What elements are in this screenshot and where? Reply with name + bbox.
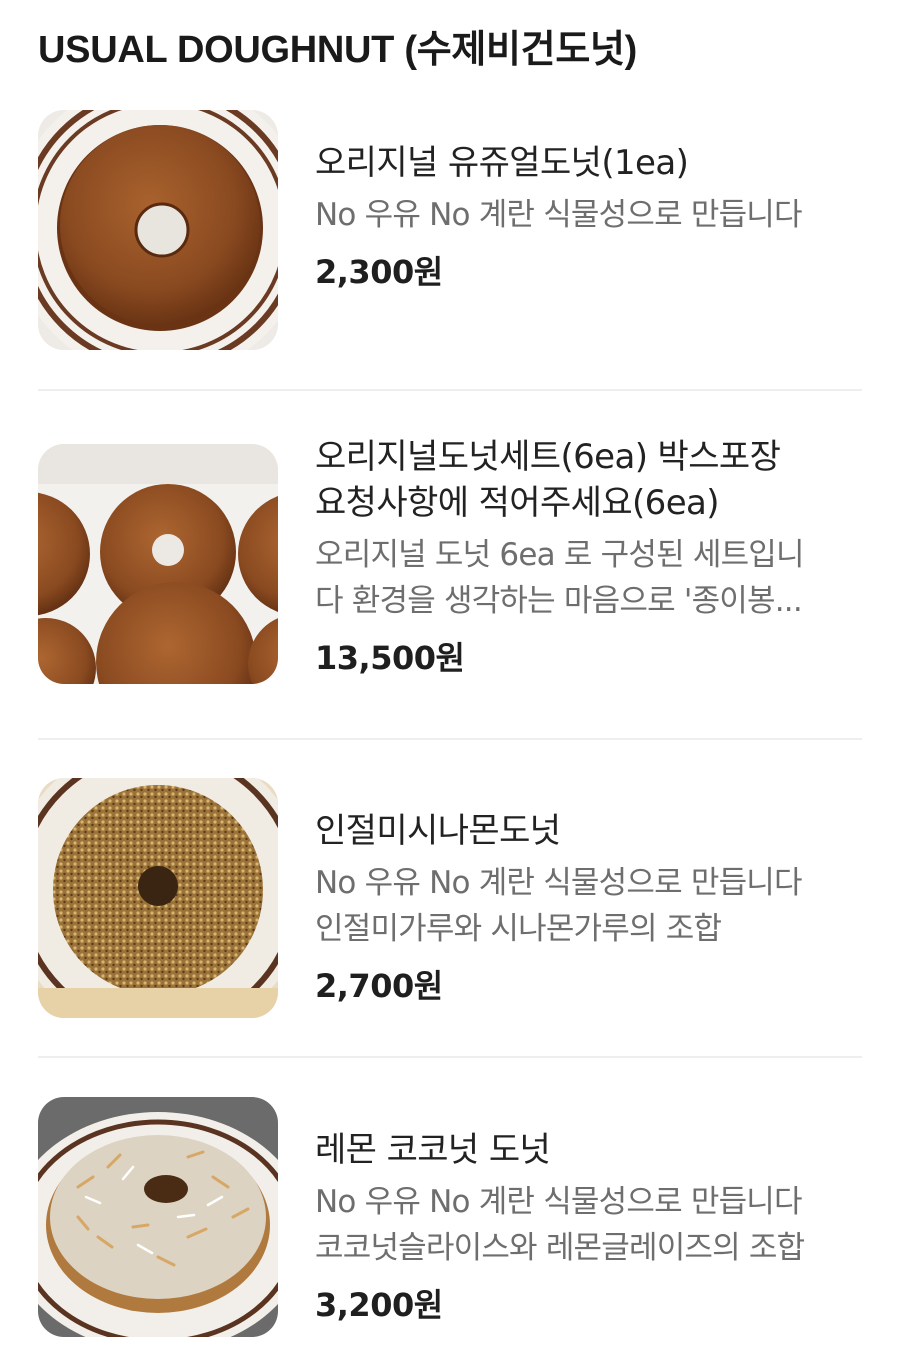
item-price: 2,700원	[315, 967, 443, 1005]
divider	[38, 738, 862, 740]
item-info: 인절미시나몬도넛 No 우유 No 계란 식물성으로 만듭니다 인절미가루와 시…	[315, 808, 860, 1008]
item-info: 오리지널도넛세트(6ea) 박스포장 요청사항에 적어주세요(6ea) 오리지널…	[315, 434, 860, 680]
boxed-doughnuts-photo	[38, 444, 278, 684]
menu-item-injeolmi-cinnamon[interactable]: 인절미시나몬도넛 No 우유 No 계란 식물성으로 만듭니다 인절미가루와 시…	[38, 778, 862, 1018]
item-price: 3,200원	[315, 1286, 443, 1324]
item-price: 2,300원	[315, 253, 443, 291]
item-name: 오리지널도넛세트(6ea) 박스포장 요청사항에 적어주세요(6ea)	[315, 437, 781, 523]
item-info: 레몬 코코넛 도넛 No 우유 No 계란 식물성으로 만듭니다 코코넛슬라이스…	[315, 1127, 860, 1327]
item-info: 오리지널 유쥬얼도넛(1ea) No 우유 No 계란 식물성으로 만듭니다 2…	[315, 140, 860, 294]
divider	[38, 1056, 862, 1058]
menu-item-doughnut-set[interactable]: 오리지널도넛세트(6ea) 박스포장 요청사항에 적어주세요(6ea) 오리지널…	[38, 437, 862, 686]
menu-item-lemon-coconut[interactable]: 레몬 코코넛 도넛 No 우유 No 계란 식물성으로 만듭니다 코코넛슬라이스…	[38, 1097, 862, 1337]
item-price: 13,500원	[315, 639, 465, 677]
glazed-doughnut-photo	[38, 110, 278, 350]
divider	[38, 389, 862, 391]
item-description: No 우유 No 계란 식물성으로 만듭니다	[315, 197, 803, 233]
item-name: 인절미시나몬도넛	[315, 811, 561, 851]
item-description: No 우유 No 계란 식물성으로 만듭니다 코코넛슬라이스와 레몬글레이즈의 …	[315, 1184, 805, 1266]
section-title: USUAL DOUGHNUT (수제비건도넛)	[38, 29, 638, 71]
item-name: 오리지널 유쥬얼도넛(1ea)	[315, 143, 689, 183]
lemon-coconut-doughnut-photo	[38, 1097, 278, 1337]
injeolmi-cinnamon-doughnut-photo	[38, 778, 278, 1018]
item-description: No 우유 No 계란 식물성으로 만듭니다 인절미가루와 시나몬가루의 조합	[315, 865, 803, 947]
item-name: 레몬 코코넛 도넛	[315, 1130, 551, 1170]
item-description: 오리지널 도넛 6ea 로 구성된 세트입니 다 환경을 생각하는 마음으로 '…	[315, 537, 805, 619]
menu-item-original-doughnut[interactable]: 오리지널 유쥬얼도넛(1ea) No 우유 No 계란 식물성으로 만듭니다 2…	[38, 110, 862, 350]
